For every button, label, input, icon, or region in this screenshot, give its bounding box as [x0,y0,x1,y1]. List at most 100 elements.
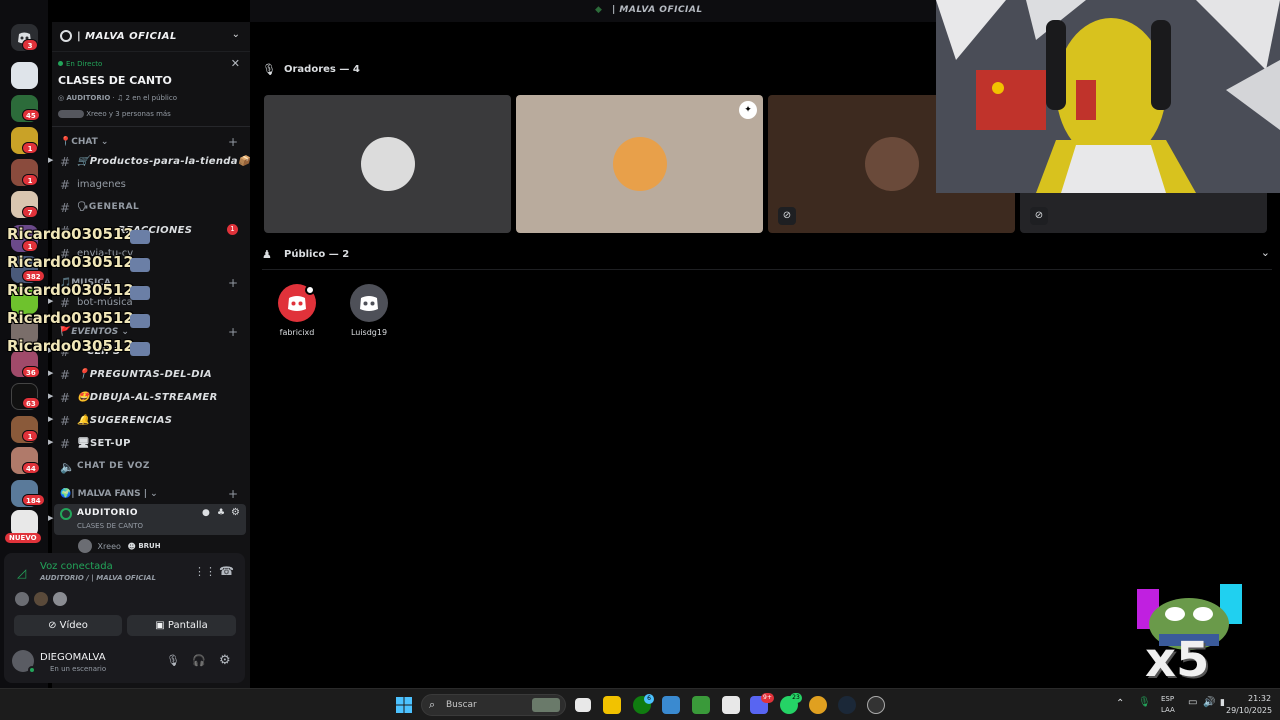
clock-time[interactable]: 21:32 [1248,694,1271,703]
chevron-up-icon[interactable]: ⌃ [1116,698,1124,709]
search-icon: ⌕ [429,698,436,711]
overlay-chat-line: Ricardo030512 : [7,281,145,299]
category-fans[interactable]: 🌍| MALVA FANS | ⌄ [60,489,158,499]
server-boost-icon [60,30,72,42]
windows-start-icon[interactable] [395,696,413,714]
video-off-icon: ⊘ [48,620,60,631]
channel-item[interactable]: ▶ # 🤩DIBUJA-AL-STREAMER [48,388,246,408]
muted-icon: ⊘ [1030,207,1048,225]
window-title: | MALVA OFICIAL [612,5,703,15]
rail-badge: 44 [22,462,40,474]
invite-icon[interactable]: ♣ [217,508,225,518]
muted-icon: ⊘ [778,207,796,225]
taskbar-badge: 23 [790,693,802,703]
volume-icon[interactable]: 🔊 [1203,697,1215,708]
category-chat[interactable]: 📍CHAT ⌄ [60,137,108,147]
hash-icon: # [60,414,71,428]
disconnect-icon[interactable]: ☎ [219,564,234,578]
stream-emote-overlay: x5 [1137,584,1242,689]
online-status-dot [28,666,36,674]
chrome-icon[interactable] [809,696,827,714]
avatar [53,592,67,606]
steam-icon[interactable] [838,696,856,714]
settings-icon[interactable]: ⚙ [219,653,231,668]
rail-badge: 1 [22,430,38,442]
stage-channel-topic: CLASES DE CANTO [77,522,144,530]
taskbar-badge: 9+ [761,693,774,703]
channel-item[interactable]: ▶ # 🛒Productos-para-la-tienda📦 [48,152,250,172]
input-layout[interactable]: LAA [1161,706,1175,714]
avatar [34,592,48,606]
channel-item[interactable]: ▶ # 🔔SUGERENCIAS [48,411,246,431]
settings-icon[interactable]: ⚙ [231,507,240,518]
chevron-down-icon[interactable]: ⌄ [232,29,240,40]
taskbar-search[interactable]: ⌕ Buscar [421,694,566,716]
stage-channel-item[interactable]: ▶ AUDITORIO CLASES DE CANTO ● ♣ ⚙ [48,504,246,535]
chevron-down-icon[interactable]: ⌄ [1261,246,1270,259]
add-channel-icon[interactable]: + [228,487,238,501]
clock-date[interactable]: 29/10/2025 [1226,706,1272,715]
live-title: CLASES DE CANTO [58,74,172,87]
category-eventos[interactable]: 🚩EVENTOS ⌄ [60,327,129,337]
chat-icon[interactable]: ● [202,508,210,518]
microphone-icon: 🎙 [262,63,276,76]
rail-badge: 1 [22,142,38,154]
minecraft-icon[interactable] [692,696,710,714]
store-icon[interactable] [662,696,680,714]
microphone-icon[interactable]: 🎙 [166,654,180,667]
speakers-header: Oradores — 4 [284,64,360,75]
channel-item[interactable]: # 🗣GENERAL [60,198,246,218]
live-stage-card[interactable]: En Directo CLASES DE CANTO ◎ AUDITORIO ·… [52,57,250,123]
channel-item[interactable]: # imagenes [60,175,246,195]
audience-member[interactable]: fabricixd [272,284,322,344]
search-highlight-icon [532,698,560,712]
speaker-tile[interactable]: ✦ [516,95,763,233]
add-channel-icon[interactable]: + [228,135,238,149]
rail-badge: 45 [22,109,40,121]
screen-share-button[interactable]: ▣ Pantalla [127,615,236,636]
input-language[interactable]: ESP [1161,695,1174,703]
signal-icon: ◿ [17,566,27,580]
hash-icon: # [60,201,71,215]
search-placeholder: Buscar [446,700,477,710]
channel-item[interactable]: ▶ # 🖥SET-UP [48,434,246,454]
notes-icon[interactable] [722,696,740,714]
close-icon[interactable]: ✕ [231,57,240,70]
speaker-badge-icon [305,285,315,295]
speaker-tile[interactable] [264,95,511,233]
divider [262,269,1272,270]
channel-item[interactable]: 🔈 CHAT DE VOZ [60,457,246,477]
overlay-chat-line: Ricardo030512 : [7,225,145,243]
noise-suppression-icon[interactable]: ⋮⋮ [194,565,216,578]
obs-icon[interactable] [867,696,885,714]
video-button[interactable]: ⊘ Vídeo [14,615,122,636]
skull-icon: ☻ [127,541,136,551]
emote-icon [130,342,150,356]
task-view-icon[interactable] [575,698,591,712]
member-name: Xreeo [97,541,121,551]
channel-item[interactable]: ▶ # 📍PREGUNTAS-DEL-DIA [48,365,246,385]
battery-icon[interactable]: ▮ [1220,698,1225,708]
network-icon[interactable]: ▭ [1188,697,1197,708]
overlay-chat-line: Ricardo030512 : [7,309,145,327]
microphone-icon[interactable]: 🎙 [1138,697,1151,708]
user-name[interactable]: DIEGOMALVA [40,652,106,663]
avatar [78,539,92,553]
audience-name: fabricixd [279,328,315,337]
new-badge: NUEVO [5,533,41,543]
server-icon[interactable] [11,62,38,89]
server-header[interactable]: | MALVA OFICIAL ⌄ [52,22,250,52]
add-channel-icon[interactable]: + [228,325,238,339]
audience-member[interactable]: Luisdg19 [344,284,394,344]
chevron-right-icon: ▶ [48,438,54,446]
headphones-icon[interactable]: 🎧 [192,654,206,667]
divider [52,126,250,127]
add-channel-icon[interactable]: + [228,276,238,290]
live-audience: 2 en el público [125,94,177,102]
file-explorer-icon[interactable] [603,696,621,714]
avatar [15,592,29,606]
voice-location[interactable]: AUDITORIO / | MALVA OFICIAL [40,574,156,582]
avatar [612,137,667,191]
stage-member[interactable]: Xreeo ☻ BRUH [78,539,161,553]
rail-badge: 36 [22,366,40,378]
